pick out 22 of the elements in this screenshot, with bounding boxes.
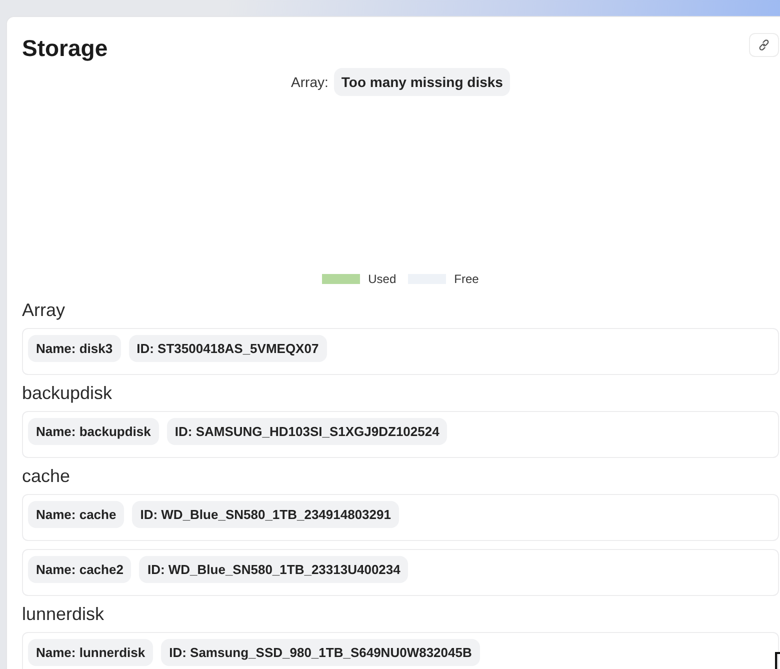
link-button[interactable] <box>749 33 779 57</box>
link-icon <box>758 39 770 51</box>
disk-name-tag: Name: backupdisk <box>28 418 159 445</box>
disk-name-tag: Name: cache2 <box>28 556 132 583</box>
group-heading: Array <box>22 299 66 322</box>
status-badge: Too many missing disks <box>334 68 510 96</box>
disk-id-tag: ID: WD_Blue_SN580_1TB_23313U400234 <box>139 556 408 583</box>
disk-id-tag: ID: SAMSUNG_HD103SI_S1XGJ9DZ102524 <box>166 418 448 445</box>
legend-label: Free <box>454 271 479 287</box>
group-heading: backupdisk <box>22 382 114 405</box>
panel-title: Storage <box>22 34 108 63</box>
disk-id-tag: ID: WD_Blue_SN580_1TB_234914803291 <box>132 501 399 528</box>
disk-name-tag: Name: disk3 <box>28 335 121 362</box>
pointer-icon <box>775 652 780 669</box>
disk-name-tag: Name: cache <box>28 501 124 528</box>
group-heading: lunnerdisk <box>22 603 106 626</box>
status-label: Array: <box>291 74 328 90</box>
disk-id-tag: ID: ST3500418AS_5VMEQX07 <box>128 335 327 362</box>
group-heading: cache <box>22 465 72 488</box>
disk-id-tag: ID: Samsung_SSD_980_1TB_S649NU0W832045B <box>161 639 480 666</box>
legend-label: Used <box>368 271 396 287</box>
disk-name-tag: Name: lunnerdisk <box>28 639 154 666</box>
